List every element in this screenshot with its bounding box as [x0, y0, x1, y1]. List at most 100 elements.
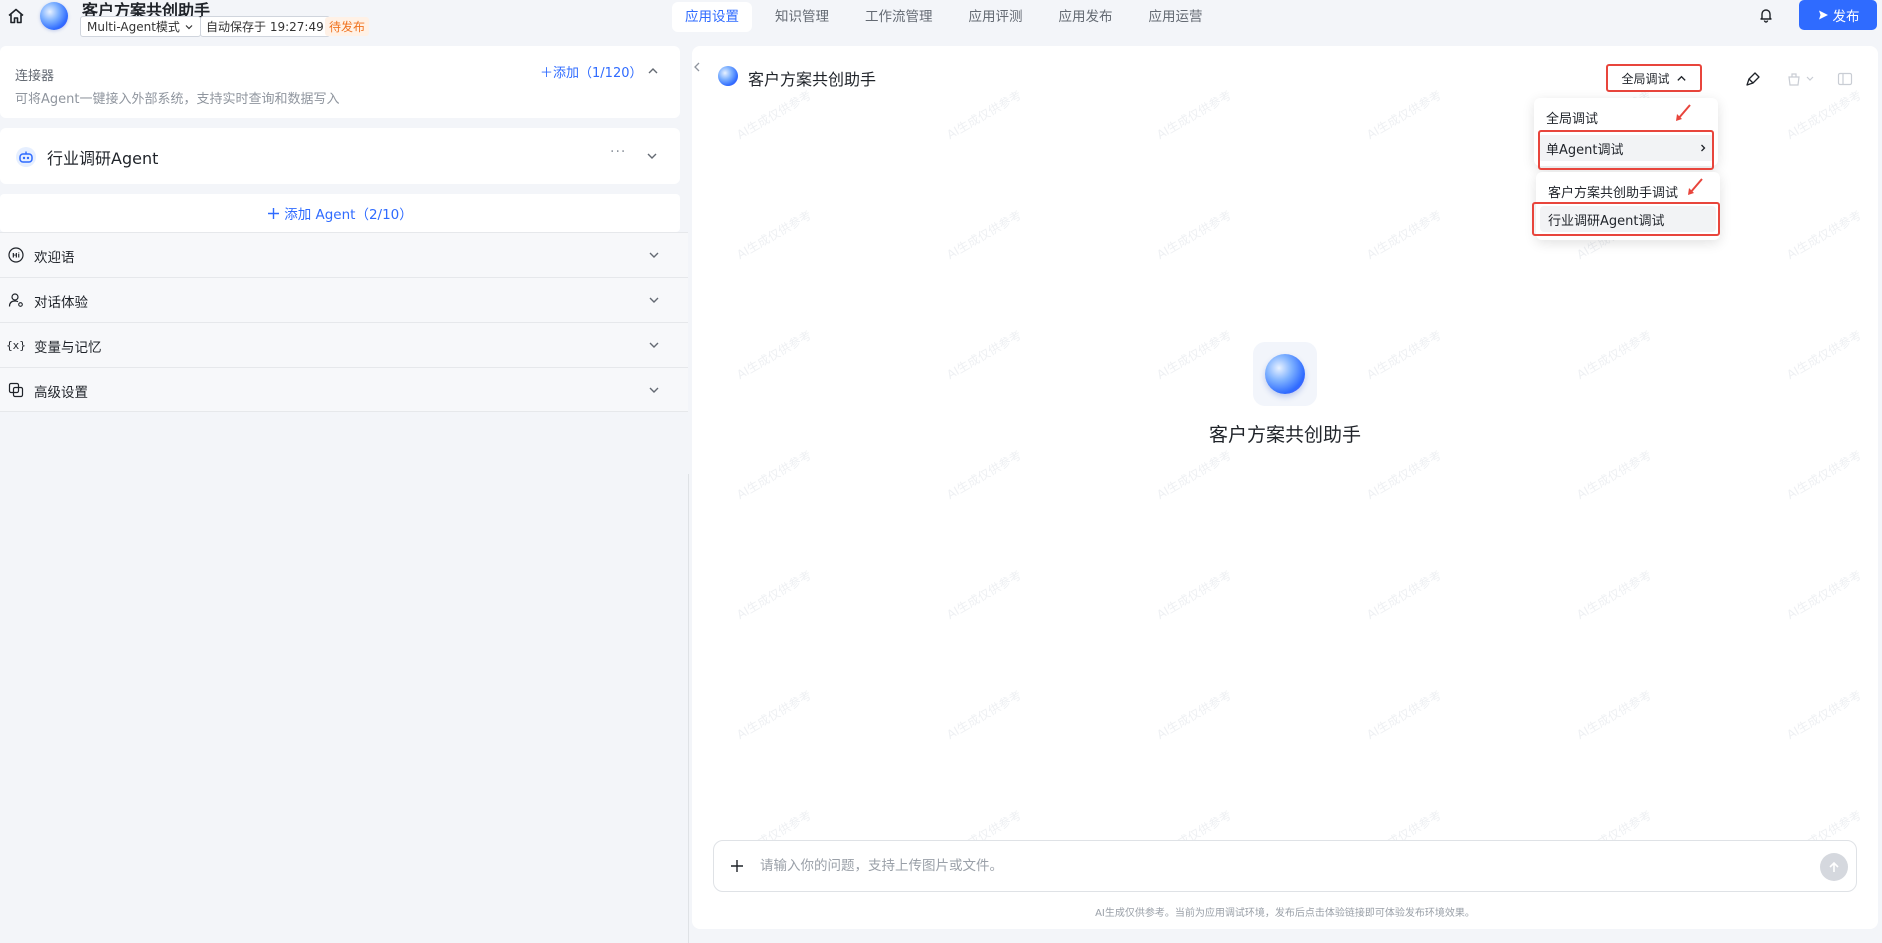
agent-card[interactable]: 行业调研Agent ··· [0, 128, 680, 184]
section-label: 高级设置 [34, 385, 88, 401]
menu-item-label: 单Agent调试 [1546, 142, 1624, 158]
section-variables-memory[interactable]: {x} 变量与记忆 [0, 322, 688, 367]
preview-title: 客户方案共创助手 [748, 70, 877, 89]
publish-label: 发布 [1832, 9, 1860, 25]
watermark-text: AI生成仅供参考 [944, 567, 1024, 622]
brush-icon[interactable] [1742, 68, 1764, 90]
debug-mode-value: 全局调试 [1621, 71, 1670, 86]
watermark-text: AI生成仅供参考 [734, 207, 814, 262]
chevron-up-icon[interactable] [644, 62, 662, 80]
watermark-text: AI生成仅供参考 [734, 327, 814, 382]
assistant-name: 客户方案共创助手 [1208, 424, 1361, 446]
publish-button[interactable]: 发布 [1799, 0, 1877, 30]
watermark-text: AI生成仅供参考 [1784, 687, 1864, 742]
watermark-text: AI生成仅供参考 [734, 567, 814, 622]
collapse-left-icon[interactable] [690, 56, 704, 78]
watermark-text: AI生成仅供参考 [944, 87, 1024, 142]
sidebar-toggle-icon[interactable] [1834, 68, 1856, 90]
chat-input[interactable] [760, 841, 1800, 891]
watermark-text: AI生成仅供参考 [1364, 207, 1444, 262]
tab-evaluation[interactable]: 应用评测 [956, 2, 1036, 32]
tab-operations[interactable]: 应用运营 [1136, 2, 1216, 32]
watermark-text: AI生成仅供参考 [734, 87, 814, 142]
debug-mode-select[interactable]: 全局调试 [1606, 64, 1702, 92]
chevron-down-icon [646, 292, 662, 308]
chevron-down-icon [185, 24, 193, 29]
section-label: 对话体验 [34, 295, 88, 311]
orb-logo [1265, 354, 1305, 394]
connector-title: 连接器 [15, 69, 55, 84]
add-agent-button[interactable]: 添加 Agent（2/10） [0, 194, 680, 232]
watermark-text: AI生成仅供参考 [1574, 687, 1654, 742]
plus-icon: ＋ [540, 66, 554, 81]
debug-mode-menu: 全局调试 单Agent调试 [1534, 98, 1718, 166]
connector-card: 连接器 可将Agent一键接入外部系统，支持实时查询和数据写入 ＋添加（1/12… [0, 46, 680, 118]
section-welcome[interactable]: Hi 欢迎语 [0, 232, 688, 277]
watermark-text: AI生成仅供参考 [1364, 687, 1444, 742]
bell-icon[interactable] [1755, 4, 1777, 26]
disclaimer-note: AI生成仅供参考。当前为应用调试环境，发布后点击体验链接即可体验发布环境效果。 [1095, 908, 1475, 919]
watermark-text: AI生成仅供参考 [1154, 327, 1234, 382]
watermark-text: AI生成仅供参考 [944, 327, 1024, 382]
copy-settings-icon [7, 381, 25, 399]
watermark-text: AI生成仅供参考 [1574, 327, 1654, 382]
watermark-text: AI生成仅供参考 [944, 447, 1024, 502]
chat-input-box [713, 840, 1857, 892]
settings-sections: Hi 欢迎语 对话体验 {x} 变量与记忆 高级设置 [0, 232, 688, 412]
clear-dropdown-icon[interactable] [1782, 68, 1822, 90]
tab-publish[interactable]: 应用发布 [1046, 2, 1126, 32]
add-connector-button[interactable]: ＋添加（1/120） [540, 62, 642, 81]
add-agent-label: 添加 Agent（2/10） [284, 207, 413, 223]
tab-knowledge[interactable]: 知识管理 [762, 2, 842, 32]
debug-preview-panel: AI生成仅供参考 AI生成仅供参考 AI生成仅供参考 AI生成仅供参考 AI生成仅供参考… [692, 46, 1878, 929]
watermark-text: AI生成仅供参考 [1784, 87, 1864, 142]
watermark-text: AI生成仅供参考 [1364, 327, 1444, 382]
svg-text:{x}: {x} [7, 339, 25, 352]
chevron-up-icon [1676, 75, 1686, 81]
section-label: 变量与记忆 [34, 340, 102, 356]
watermark-text: AI生成仅供参考 [1364, 567, 1444, 622]
watermark-text: AI生成仅供参考 [1574, 447, 1654, 502]
autosave-indicator: 自动保存于 19:27:49 [200, 16, 330, 37]
submenu-item-app-debug[interactable]: 客户方案共创助手调试 [1540, 178, 1716, 204]
tab-app-settings[interactable]: 应用设置 [672, 2, 752, 32]
section-label: 欢迎语 [34, 250, 75, 266]
watermark-text: AI生成仅供参考 [1154, 567, 1234, 622]
user-settings-icon [7, 291, 25, 309]
watermark-text: AI生成仅供参考 [1784, 327, 1864, 382]
watermark-text: AI生成仅供参考 [1364, 447, 1444, 502]
agent-debug-submenu: 客户方案共创助手调试 行业调研Agent调试 [1536, 172, 1720, 240]
status-badge: 待发布 [325, 17, 370, 36]
watermark-text: AI生成仅供参考 [1364, 87, 1444, 142]
section-advanced[interactable]: 高级设置 [0, 367, 688, 412]
agent-name: 行业调研Agent [47, 149, 159, 168]
more-icon[interactable]: ··· [610, 144, 626, 160]
menu-item-global-debug[interactable]: 全局调试 [1538, 104, 1714, 130]
app-logo [718, 66, 738, 86]
submenu-item-industry-agent-debug[interactable]: 行业调研Agent调试 [1540, 206, 1716, 232]
send-button[interactable] [1820, 853, 1848, 881]
watermark-text: AI生成仅供参考 [734, 687, 814, 742]
tab-workflow[interactable]: 工作流管理 [852, 2, 946, 32]
chevron-down-icon [646, 247, 662, 263]
watermark-text: AI生成仅供参考 [1154, 87, 1234, 142]
robot-icon [15, 146, 37, 168]
section-conversation[interactable]: 对话体验 [0, 277, 688, 322]
plus-icon[interactable] [727, 856, 747, 876]
menu-item-single-agent-debug[interactable]: 单Agent调试 [1538, 135, 1714, 161]
mode-select-value: Multi-Agent模式 [87, 20, 180, 34]
app-logo [40, 2, 68, 30]
panel-divider [688, 474, 689, 943]
chevron-right-icon [1701, 144, 1706, 152]
home-icon[interactable] [5, 5, 27, 27]
variable-icon: {x} [7, 336, 25, 354]
main-tabs: 应用设置 知识管理 工作流管理 应用评测 应用发布 应用运营 [672, 2, 1226, 32]
chevron-down-icon[interactable] [643, 147, 661, 165]
watermark-text: AI生成仅供参考 [1784, 447, 1864, 502]
watermark-text: AI生成仅供参考 [1154, 207, 1234, 262]
chevron-down-icon [646, 337, 662, 353]
arrow-up-icon [1829, 861, 1839, 872]
mode-select[interactable]: Multi-Agent模式 [80, 16, 201, 37]
watermark-text: AI生成仅供参考 [1574, 567, 1654, 622]
chevron-down-icon [646, 382, 662, 398]
